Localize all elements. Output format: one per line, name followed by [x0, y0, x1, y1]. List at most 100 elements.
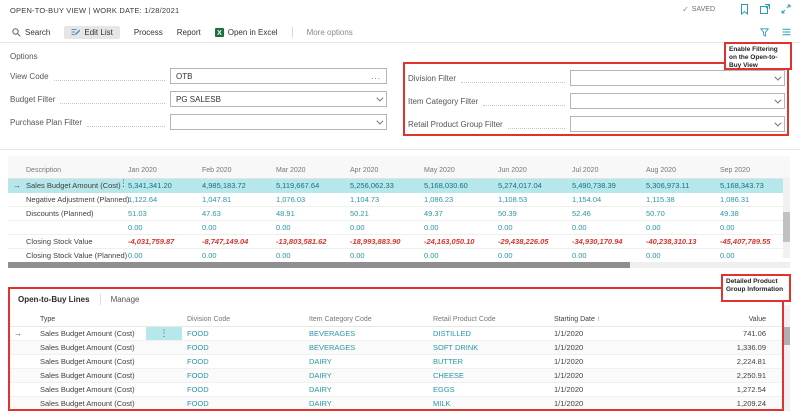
field-view-code[interactable]: OTB...	[170, 68, 387, 84]
matrix-value-cell[interactable]: -4,031,759.87	[128, 237, 202, 246]
matrix-description-cell[interactable]: Closing Stock Value	[26, 237, 128, 246]
chevron-down-icon[interactable]	[376, 94, 383, 101]
matrix-value-cell[interactable]: 0.00	[128, 251, 202, 260]
line-category-cell[interactable]: DAIRY	[304, 357, 428, 366]
column-header-type[interactable]: Type	[32, 316, 146, 323]
line-division-cell[interactable]: FOOD	[182, 399, 304, 408]
column-header-mar-2020[interactable]: Mar 2020	[276, 167, 350, 174]
matrix-horizontal-scrollbar[interactable]	[8, 262, 790, 268]
column-header-division-code[interactable]: Division Code	[182, 316, 304, 323]
matrix-row[interactable]: Negative Adjustment (Planned)1,122.641,0…	[8, 193, 790, 207]
matrix-vertical-scrollbar-thumb[interactable]	[783, 212, 790, 242]
matrix-value-cell[interactable]: 47.63	[202, 209, 276, 218]
matrix-value-cell[interactable]: 50.70	[646, 209, 720, 218]
matrix-row[interactable]: →Sales Budget Amount (Cost)⋮5,341,341.20…	[8, 179, 790, 193]
matrix-value-cell[interactable]: -24,163,050.10	[424, 237, 498, 246]
more-options-button[interactable]: More options	[307, 28, 353, 37]
matrix-value-cell[interactable]: 50.39	[498, 209, 572, 218]
column-header-item-category-code[interactable]: Item Category Code	[304, 316, 428, 323]
line-product-cell[interactable]: DISTILLED	[428, 329, 546, 338]
matrix-value-cell[interactable]: -34,930,170.94	[572, 237, 646, 246]
matrix-value-cell[interactable]: 0.00	[720, 251, 790, 260]
matrix-value-cell[interactable]: 1,154.04	[572, 195, 646, 204]
matrix-value-cell[interactable]: 5,341,341.20	[128, 181, 202, 190]
cell-menu-icon[interactable]: ⋮	[146, 327, 182, 340]
matrix-value-cell[interactable]: 0.00	[572, 223, 646, 232]
lines-vertical-scrollbar-thumb[interactable]	[784, 327, 790, 345]
matrix-value-cell[interactable]: 0.00	[350, 223, 424, 232]
field-division-filter[interactable]	[570, 70, 785, 86]
line-value-cell[interactable]: 2,250.91	[676, 371, 782, 380]
column-header-apr-2020[interactable]: Apr 2020	[350, 167, 424, 174]
field-retail-product-group-filter[interactable]	[570, 116, 785, 132]
matrix-horizontal-scrollbar-thumb[interactable]	[8, 262, 630, 268]
line-type-cell[interactable]: Sales Budget Amount (Cost)	[32, 399, 146, 408]
otb-line-row[interactable]: Sales Budget Amount (Cost)FOODDAIRYEGGS1…	[10, 383, 782, 397]
line-product-cell[interactable]: MILK	[428, 399, 546, 408]
line-value-cell[interactable]: 741.06	[676, 329, 782, 338]
matrix-value-cell[interactable]: 0.00	[424, 223, 498, 232]
line-product-cell[interactable]: CHEESE	[428, 371, 546, 380]
column-header-sep-2020[interactable]: Sep 2020	[720, 167, 790, 174]
matrix-value-cell[interactable]: 49.37	[424, 209, 498, 218]
matrix-value-cell[interactable]: 1,076.03	[276, 195, 350, 204]
line-division-cell[interactable]: FOOD	[182, 371, 304, 380]
column-header-starting-date[interactable]: Starting Date ↑	[546, 316, 676, 323]
line-starting-date-cell[interactable]: 1/1/2020	[546, 343, 676, 352]
manage-menu[interactable]: Manage	[111, 295, 140, 304]
matrix-value-cell[interactable]: -18,993,883.90	[350, 237, 424, 246]
line-starting-date-cell[interactable]: 1/1/2020	[546, 385, 676, 394]
column-header-may-2020[interactable]: May 2020	[424, 167, 498, 174]
line-division-cell[interactable]: FOOD	[182, 357, 304, 366]
matrix-value-cell[interactable]: 5,119,667.64	[276, 181, 350, 190]
matrix-value-cell[interactable]: -40,238,310.13	[646, 237, 720, 246]
column-header-jul-2020[interactable]: Jul 2020	[572, 167, 646, 174]
matrix-value-cell[interactable]: 0.00	[646, 223, 720, 232]
line-starting-date-cell[interactable]: 1/1/2020	[546, 371, 676, 380]
field-purchase-plan-filter[interactable]	[170, 114, 387, 130]
line-division-cell[interactable]: FOOD	[182, 343, 304, 352]
matrix-value-cell[interactable]: 1,086.31	[720, 195, 790, 204]
line-product-cell[interactable]: EGGS	[428, 385, 546, 394]
matrix-value-cell[interactable]: 0.00	[202, 223, 276, 232]
chevron-down-icon[interactable]	[774, 96, 781, 103]
line-starting-date-cell[interactable]: 1/1/2020	[546, 399, 676, 408]
report-button[interactable]: Report	[177, 28, 201, 37]
column-header-aug-2020[interactable]: Aug 2020	[646, 167, 720, 174]
matrix-value-cell[interactable]: 1,122.64	[128, 195, 202, 204]
chevron-down-icon[interactable]	[774, 119, 781, 126]
matrix-value-cell[interactable]: 0.00	[498, 223, 572, 232]
line-product-cell[interactable]: SOFT DRINK	[428, 343, 546, 352]
matrix-value-cell[interactable]: 4,985,183.72	[202, 181, 276, 190]
line-type-cell[interactable]: Sales Budget Amount (Cost)	[32, 329, 146, 338]
line-category-cell[interactable]: BEVERAGES	[304, 329, 428, 338]
field-budget-filter[interactable]: PG SALESB	[170, 91, 387, 107]
column-header-feb-2020[interactable]: Feb 2020	[202, 167, 276, 174]
line-starting-date-cell[interactable]: 1/1/2020	[546, 329, 676, 338]
otb-line-row[interactable]: Sales Budget Amount (Cost)FOODBEVERAGESS…	[10, 341, 782, 355]
matrix-value-cell[interactable]: 1,086.23	[424, 195, 498, 204]
matrix-value-cell[interactable]: 0.00	[498, 251, 572, 260]
matrix-value-cell[interactable]: 5,306,973.11	[646, 181, 720, 190]
matrix-row[interactable]: Closing Stock Value-4,031,759.87-8,747,1…	[8, 235, 790, 249]
line-type-cell[interactable]: Sales Budget Amount (Cost)	[32, 385, 146, 394]
line-division-cell[interactable]: FOOD	[182, 385, 304, 394]
menu-icon[interactable]	[780, 26, 792, 38]
line-type-cell[interactable]: Sales Budget Amount (Cost)	[32, 343, 146, 352]
line-starting-date-cell[interactable]: 1/1/2020	[546, 357, 676, 366]
otb-line-row[interactable]: →Sales Budget Amount (Cost)⋮FOODBEVERAGE…	[10, 327, 782, 341]
line-value-cell[interactable]: 2,224.81	[676, 357, 782, 366]
matrix-value-cell[interactable]: 0.00	[276, 251, 350, 260]
lines-vertical-scrollbar[interactable]	[784, 305, 790, 411]
otb-line-row[interactable]: Sales Budget Amount (Cost)FOODDAIRYBUTTE…	[10, 355, 782, 369]
line-category-cell[interactable]: DAIRY	[304, 385, 428, 394]
matrix-value-cell[interactable]: 1,104.73	[350, 195, 424, 204]
column-header-value[interactable]: Value	[676, 316, 782, 323]
line-type-cell[interactable]: Sales Budget Amount (Cost)	[32, 371, 146, 380]
line-value-cell[interactable]: 1,272.54	[676, 385, 782, 394]
matrix-description-cell[interactable]: Sales Budget Amount (Cost)⋮	[26, 181, 128, 190]
line-product-cell[interactable]: BUTTER	[428, 357, 546, 366]
open-in-new-window-icon[interactable]	[759, 3, 771, 15]
matrix-value-cell[interactable]: 0.00	[720, 223, 790, 232]
matrix-value-cell[interactable]: 0.00	[202, 251, 276, 260]
